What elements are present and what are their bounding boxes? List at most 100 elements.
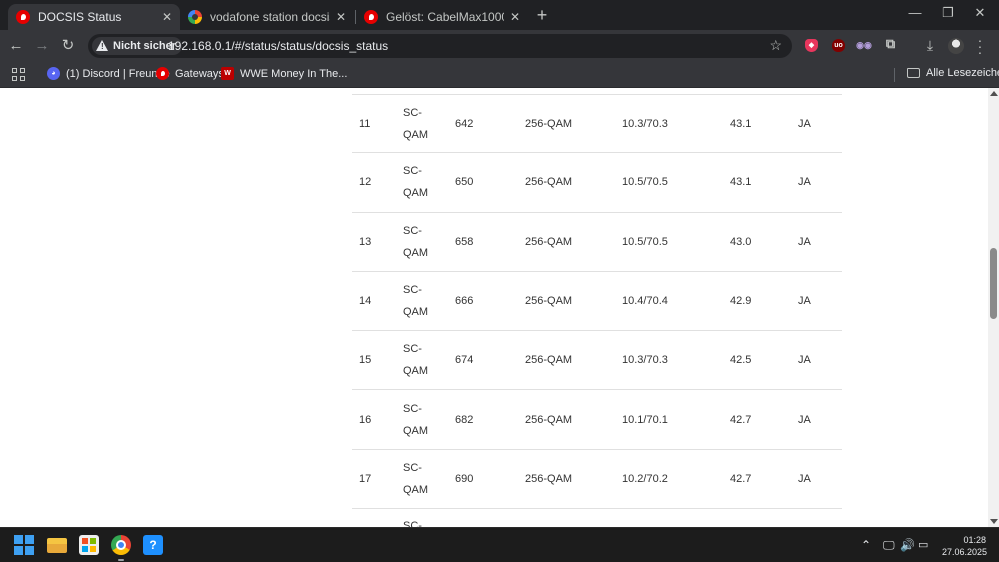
clock-time: 01:28 bbox=[963, 535, 986, 545]
new-tab-button[interactable]: + bbox=[534, 6, 550, 24]
cell-modulation: 256-QAM bbox=[525, 354, 573, 367]
cell-channel-type: SC- QAM bbox=[403, 213, 443, 271]
taskbar-clock[interactable]: 01:28 27.06.2025 bbox=[942, 534, 988, 558]
clock-date: 27.06.2025 bbox=[942, 547, 988, 557]
security-label: Nicht sicher bbox=[113, 40, 176, 52]
apps-grid-icon[interactable] bbox=[12, 68, 25, 81]
bookmarks-separator bbox=[894, 68, 895, 82]
cell-frequency: 666 bbox=[455, 295, 474, 308]
channel-type-line: QAM bbox=[403, 246, 429, 259]
cell-snr: 10.5/70.5 bbox=[622, 176, 668, 189]
close-icon[interactable]: ✕ bbox=[162, 10, 172, 24]
cell-channel-type: SC- QAM bbox=[403, 153, 443, 211]
cell-snr: 10.2/70.2 bbox=[622, 472, 668, 485]
bookmark-label: Alle Lesezeichen bbox=[926, 67, 999, 79]
warning-icon bbox=[96, 40, 109, 52]
microsoft-store-icon[interactable] bbox=[79, 535, 99, 555]
display-icon[interactable]: 🖵 bbox=[883, 538, 895, 553]
channel-type-line: QAM bbox=[403, 306, 429, 319]
cell-channel-type: SC- QAM bbox=[403, 272, 443, 330]
cell-locked: JA bbox=[798, 235, 811, 248]
url-text[interactable]: 192.168.0.1/#/status/status/docsis_statu… bbox=[168, 39, 388, 53]
cell-power-level: 42.7 bbox=[730, 413, 752, 426]
tab-google-search[interactable]: vodafone station docsis werte - ✕ bbox=[180, 4, 354, 30]
cell-channel-id: 14 bbox=[359, 295, 372, 308]
tab-title: Gelöst: CabelMax1000 DOCSIS bbox=[386, 10, 504, 24]
discord-icon: ◕ bbox=[47, 67, 60, 80]
bookmark-wwe[interactable]: W WWE Money In The... bbox=[221, 67, 347, 80]
battery-icon[interactable]: ▭ bbox=[918, 538, 928, 551]
cell-snr: 10.3/70.3 bbox=[622, 354, 668, 367]
cell-power-level: 42.7 bbox=[730, 472, 752, 485]
download-icon[interactable]: ⤓ bbox=[921, 37, 939, 54]
vodafone-icon bbox=[16, 10, 30, 24]
table-row: 17 SC- QAM 690 256-QAM 10.2/70.2 42.7 JA bbox=[352, 450, 842, 510]
volume-icon[interactable]: 🔊 bbox=[900, 538, 915, 552]
vodafone-icon bbox=[156, 67, 169, 80]
bookmark-discord[interactable]: ◕ (1) Discord | Freunde bbox=[47, 67, 170, 80]
channel-type-line: QAM bbox=[403, 128, 429, 141]
address-bar[interactable]: Nicht sicher 192.168.0.1/#/status/status… bbox=[88, 34, 792, 58]
table-row: 15 SC- QAM 674 256-QAM 10.3/70.3 42.5 JA bbox=[352, 331, 842, 391]
cell-channel-type: SC- QAM bbox=[403, 95, 443, 152]
cell-power-level: 42.5 bbox=[730, 354, 752, 367]
cell-frequency: 674 bbox=[455, 354, 474, 367]
window-close-button[interactable]: ✕ bbox=[970, 5, 990, 21]
cell-locked: JA bbox=[798, 117, 811, 130]
cell-power-level: 43.1 bbox=[730, 117, 752, 130]
pinned-app-icon[interactable]: ? bbox=[143, 535, 163, 555]
cell-channel-id: 11 bbox=[359, 117, 371, 130]
channel-type-line: SC- bbox=[403, 284, 422, 297]
close-icon[interactable]: ✕ bbox=[510, 10, 520, 24]
menu-dots-icon[interactable]: · · · bbox=[975, 33, 985, 59]
cell-power-level: 43.0 bbox=[730, 235, 752, 248]
channel-type-line: QAM bbox=[403, 365, 429, 378]
back-arrow-icon[interactable]: ← bbox=[6, 36, 26, 56]
channel-type-line: SC- bbox=[403, 106, 422, 119]
ublock-origin-icon[interactable]: uo bbox=[832, 39, 845, 52]
forward-arrow-icon[interactable]: → bbox=[32, 36, 52, 56]
cell-frequency: 682 bbox=[455, 413, 474, 426]
tab-docsis-status[interactable]: DOCSIS Status ✕ bbox=[8, 4, 180, 30]
cell-locked: JA bbox=[798, 354, 811, 367]
cell-snr: 10.3/70.3 bbox=[622, 117, 668, 130]
cell-frequency: 658 bbox=[455, 235, 474, 248]
channel-type-line: QAM bbox=[403, 483, 429, 496]
channel-type-line: QAM bbox=[403, 424, 429, 437]
vodafone-icon bbox=[364, 10, 378, 24]
close-icon[interactable]: ✕ bbox=[336, 10, 346, 24]
scroll-thumb[interactable] bbox=[990, 248, 997, 319]
tray-chevron-icon[interactable]: ⌃ bbox=[861, 538, 871, 552]
cell-power-level: 42.9 bbox=[730, 295, 752, 308]
browser-toolbar: ← → ↻ Nicht sicher 192.168.0.1/#/status/… bbox=[0, 30, 999, 62]
profile-avatar[interactable] bbox=[948, 38, 964, 54]
page-content: 11 SC- QAM 642 256-QAM 10.3/70.3 43.1 JA 12 SC- QA… bbox=[0, 88, 999, 527]
privacy-badger-icon[interactable]: ◆ bbox=[805, 39, 818, 52]
table-row: SC- bbox=[352, 509, 842, 527]
cell-channel-id: 13 bbox=[359, 235, 372, 248]
tab-cabelmax-forum[interactable]: Gelöst: CabelMax1000 DOCSIS ✕ bbox=[356, 4, 528, 30]
page-scrollbar[interactable] bbox=[988, 88, 999, 527]
reload-icon[interactable]: ↻ bbox=[58, 36, 78, 56]
cell-frequency: 642 bbox=[455, 117, 474, 130]
scroll-up-arrow[interactable] bbox=[990, 91, 998, 96]
chrome-icon[interactable] bbox=[111, 535, 131, 555]
scroll-down-arrow[interactable] bbox=[990, 519, 998, 524]
docsis-channel-table: 11 SC- QAM 642 256-QAM 10.3/70.3 43.1 JA 12 SC- QA… bbox=[352, 94, 842, 527]
windows-start-icon[interactable] bbox=[14, 535, 34, 555]
channel-type-line: SC- bbox=[403, 461, 422, 474]
restore-button[interactable]: ❐ bbox=[938, 5, 958, 21]
eyes-extension-icon[interactable]: ◉◉ bbox=[856, 39, 872, 52]
cell-modulation: 256-QAM bbox=[525, 117, 573, 130]
extensions-puzzle-icon[interactable]: ⧉ bbox=[884, 37, 897, 50]
file-explorer-icon[interactable] bbox=[47, 538, 67, 553]
cell-modulation: 256-QAM bbox=[525, 472, 573, 485]
google-icon bbox=[188, 10, 202, 24]
all-bookmarks-folder[interactable]: Alle Lesezeichen bbox=[907, 67, 999, 79]
bookmark-star-icon[interactable]: ☆ bbox=[769, 37, 782, 54]
minimize-button[interactable]: — bbox=[905, 5, 925, 20]
cell-locked: JA bbox=[798, 472, 811, 485]
channel-type-line: SC- bbox=[403, 343, 422, 356]
bookmark-gateways[interactable]: Gateways bbox=[156, 67, 224, 80]
cell-locked: JA bbox=[798, 176, 811, 189]
